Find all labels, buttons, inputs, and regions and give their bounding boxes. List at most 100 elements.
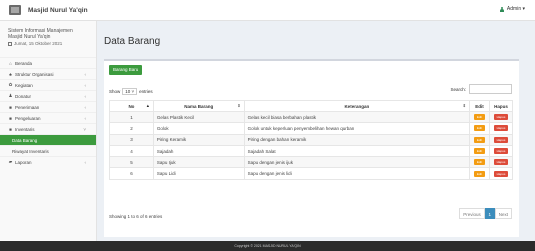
cell-nama-barang: Gelas Plastik Kecil [152, 110, 245, 124]
cell-keterangan: Piring dengan bahan keramik [243, 133, 471, 146]
search-label: Search: [450, 86, 466, 92]
cell-keterangan: Sapu dengan jenis lidi [243, 167, 471, 180]
sort-asc-icon: ▲ [145, 103, 150, 108]
cell-keterangan: Golok untuk keperluan penyembelihan hewa… [243, 122, 471, 135]
table-row: 4 Sajadah Sajadah Salat Edit Hapus [109, 144, 514, 158]
chevron-down-icon: ˅ [83, 126, 86, 132]
chevron-left-icon: ‹ [84, 104, 87, 110]
top-bar: Masjid Nurul Ya'qin Admin ▾ [0, 0, 535, 21]
edit-button[interactable]: Edit [473, 170, 485, 177]
column-header-nama-barang[interactable]: Nama Barang ⇕ [152, 100, 245, 112]
cell-hapus: Hapus [488, 167, 514, 180]
sidebar-item-struktur-organisasi[interactable]: ♣ Struktur Organisasi ‹ [0, 68, 96, 79]
sidebar-item-label: Struktur Organisasi [15, 71, 54, 77]
table-row: 2 Golok Golok untuk keperluan penyembeliha… [109, 122, 514, 135]
brand[interactable]: Masjid Nurul Ya'qin [0, 5, 100, 15]
column-header-no[interactable]: No ▲ [109, 100, 154, 112]
delete-button[interactable]: Hapus [493, 114, 508, 121]
cell-keterangan: Sajadah Salat [243, 144, 471, 158]
previous-page-button[interactable]: Previous [459, 208, 485, 219]
table-row: 3 Piring Keramik Piring dengan bahan keram… [109, 133, 514, 146]
search-input[interactable] [469, 84, 512, 94]
entries-select[interactable]: 10 ˅ [122, 88, 138, 95]
cell-edit: Edit [469, 156, 490, 169]
user-icon [500, 6, 505, 12]
sidebar-item-data-barang[interactable]: Data Barang [0, 134, 96, 145]
cell-hapus: Hapus [488, 144, 514, 158]
cell-edit: Edit [469, 122, 490, 135]
edit-button[interactable]: Edit [473, 114, 485, 121]
chevron-left-icon: ‹ [84, 115, 87, 121]
page-title: Data Barang [104, 36, 161, 47]
table-row: 1 Gelas Plastik Kecil Gelas kecil biasa be… [109, 110, 514, 124]
user-menu-label: Admin ▾ [506, 6, 525, 12]
new-item-button[interactable]: Barang Baru [109, 65, 143, 75]
column-header-keterangan[interactable]: Keterangan ⇕ [243, 100, 471, 112]
pagination: Previous 1 Next [459, 208, 512, 219]
sidebar-item-label: Kegiatan [15, 82, 33, 88]
sidebar-item-penerimaan[interactable]: ■ Penerimaan ‹ [0, 101, 96, 112]
main-content: Data Barang Barang Baru Show 10 ˅ entrie… [97, 21, 535, 241]
sidebar-item-label: Laporan [15, 159, 32, 165]
sidebar-item-riwayat-inventaris[interactable]: Riwayat Inventaris [0, 145, 96, 156]
calendar-icon [8, 41, 12, 46]
sidebar-item-kegiatan[interactable]: ✿ Kegiatan ‹ [0, 79, 96, 90]
cell-edit: Edit [469, 110, 490, 124]
delete-button[interactable]: Hapus [493, 170, 508, 177]
delete-button[interactable]: Hapus [493, 148, 508, 155]
cell-edit: Edit [469, 133, 490, 146]
sidebar-item-inventaris[interactable]: ■ Inventaris ˅ [0, 123, 96, 134]
search-control: Search: [450, 84, 512, 94]
table-row: 5 Sapu Ijuk Sapu dengan jenis ijuk Edit Hapu… [109, 156, 514, 169]
entries-control: Show 10 ˅ entries [109, 88, 153, 95]
column-header-label: No [128, 103, 135, 109]
cell-no: 6 [109, 167, 154, 180]
chevron-left-icon: ‹ [84, 82, 87, 88]
sidebar-menu: ⌂ Beranda ♣ Struktur Organisasi ‹ ✿ Kegi… [0, 57, 96, 167]
current-date-text: Jumat, 15 Oktober 2021 [14, 41, 63, 46]
book-icon: ▰ [8, 159, 13, 164]
edit-button[interactable]: Edit [473, 136, 485, 143]
data-table: No ▲ Nama Barang ⇕ Keterangan ⇕ Edit Hapus … [109, 100, 514, 180]
footer: Copyright © 2021 MASJID NURUL YA'QIN [0, 241, 535, 251]
cell-no: 2 [109, 122, 154, 135]
delete-button[interactable]: Hapus [493, 159, 508, 166]
cell-hapus: Hapus [488, 122, 514, 135]
cell-nama-barang: Sapu Lidi [152, 167, 245, 180]
edit-button[interactable]: Edit [473, 125, 485, 132]
cell-edit: Edit [469, 144, 490, 158]
chevron-left-icon: ‹ [84, 93, 87, 99]
cell-nama-barang: Sajadah [152, 144, 245, 158]
column-header-hapus: Hapus [488, 100, 514, 112]
sidebar-item-label: Riwayat Inventaris [12, 148, 49, 154]
sidebar-item-label: Beranda [15, 60, 33, 66]
cog-icon: ✿ [8, 82, 13, 87]
sidebar-item-label: Penerimaan [15, 104, 40, 110]
data-panel: Barang Baru Show 10 ˅ entries Search: No… [104, 59, 519, 237]
edit-button[interactable]: Edit [473, 148, 485, 155]
system-name: Sistem Informasi Manajemen Masjid Nurul … [8, 28, 73, 40]
user-menu[interactable]: Admin ▾ [500, 6, 525, 12]
cell-nama-barang: Golok [152, 122, 245, 135]
page-1-button[interactable]: 1 [484, 208, 495, 219]
cell-keterangan: Sapu dengan jenis ijuk [243, 156, 471, 169]
column-header-label: Keterangan [344, 103, 370, 109]
sidebar-item-donatur[interactable]: ♟ Donatur ‹ [0, 90, 96, 101]
next-page-button[interactable]: Next [494, 208, 512, 219]
edit-button[interactable]: Edit [473, 159, 485, 166]
cell-hapus: Hapus [488, 110, 514, 124]
cell-keterangan: Gelas kecil biasa berbahan plastik [243, 110, 471, 124]
table-info: Showing 1 to 6 of 6 entries [109, 214, 163, 219]
income-icon: ■ [9, 104, 12, 110]
sidebar-item-laporan[interactable]: ▰ Laporan ‹ [0, 156, 96, 167]
column-header-edit: Edit [469, 100, 490, 112]
sidebar-item-label: Data Barang [12, 137, 38, 143]
delete-button[interactable]: Hapus [493, 136, 508, 143]
sidebar-item-beranda[interactable]: ⌂ Beranda [0, 57, 96, 68]
chevron-left-icon: ‹ [84, 71, 87, 77]
sidebar-item-pengeluaran[interactable]: ■ Pengeluaran ‹ [0, 112, 96, 123]
delete-button[interactable]: Hapus [493, 125, 508, 132]
chevron-down-icon: ˅ [130, 89, 135, 94]
sitemap-icon: ♣ [9, 71, 12, 77]
cell-no: 1 [109, 110, 154, 124]
